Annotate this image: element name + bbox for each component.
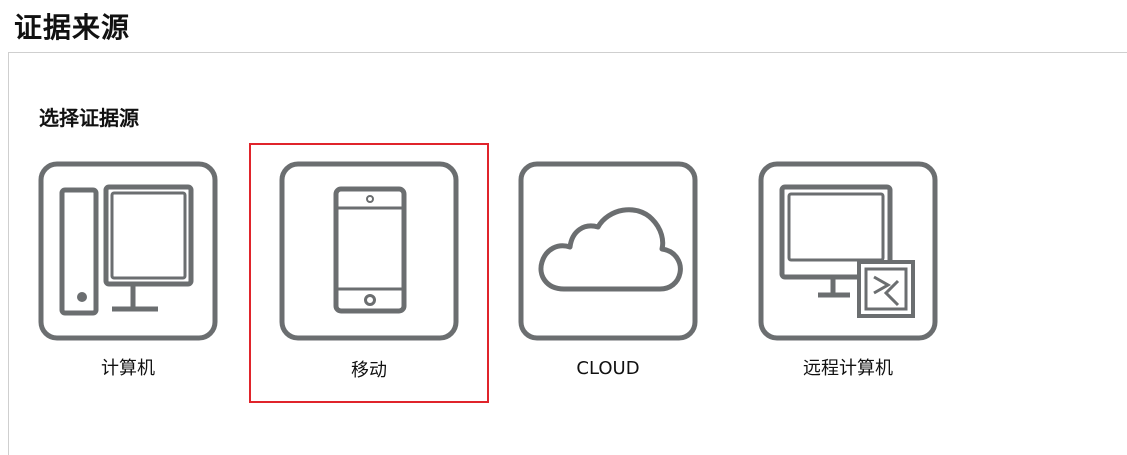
section-title: 选择证据源 [39, 106, 139, 130]
source-option-label: 计算机 [101, 358, 155, 379]
computer-icon [38, 161, 218, 341]
mobile-phone-icon [279, 161, 459, 341]
remote-computer-icon [758, 161, 938, 341]
source-option-cloud[interactable]: CLOUD [518, 161, 698, 391]
page-title: 证据来源 [14, 11, 131, 44]
cloud-icon [518, 161, 698, 341]
source-option-computer[interactable]: 计算机 [38, 161, 218, 391]
source-option-remote-computer[interactable]: 远程计算机 [758, 161, 938, 391]
source-option-label: 移动 [351, 360, 387, 381]
source-option-label: 远程计算机 [803, 358, 893, 379]
source-option-label: CLOUD [576, 358, 640, 379]
source-option-mobile[interactable]: 移动 [249, 143, 489, 403]
